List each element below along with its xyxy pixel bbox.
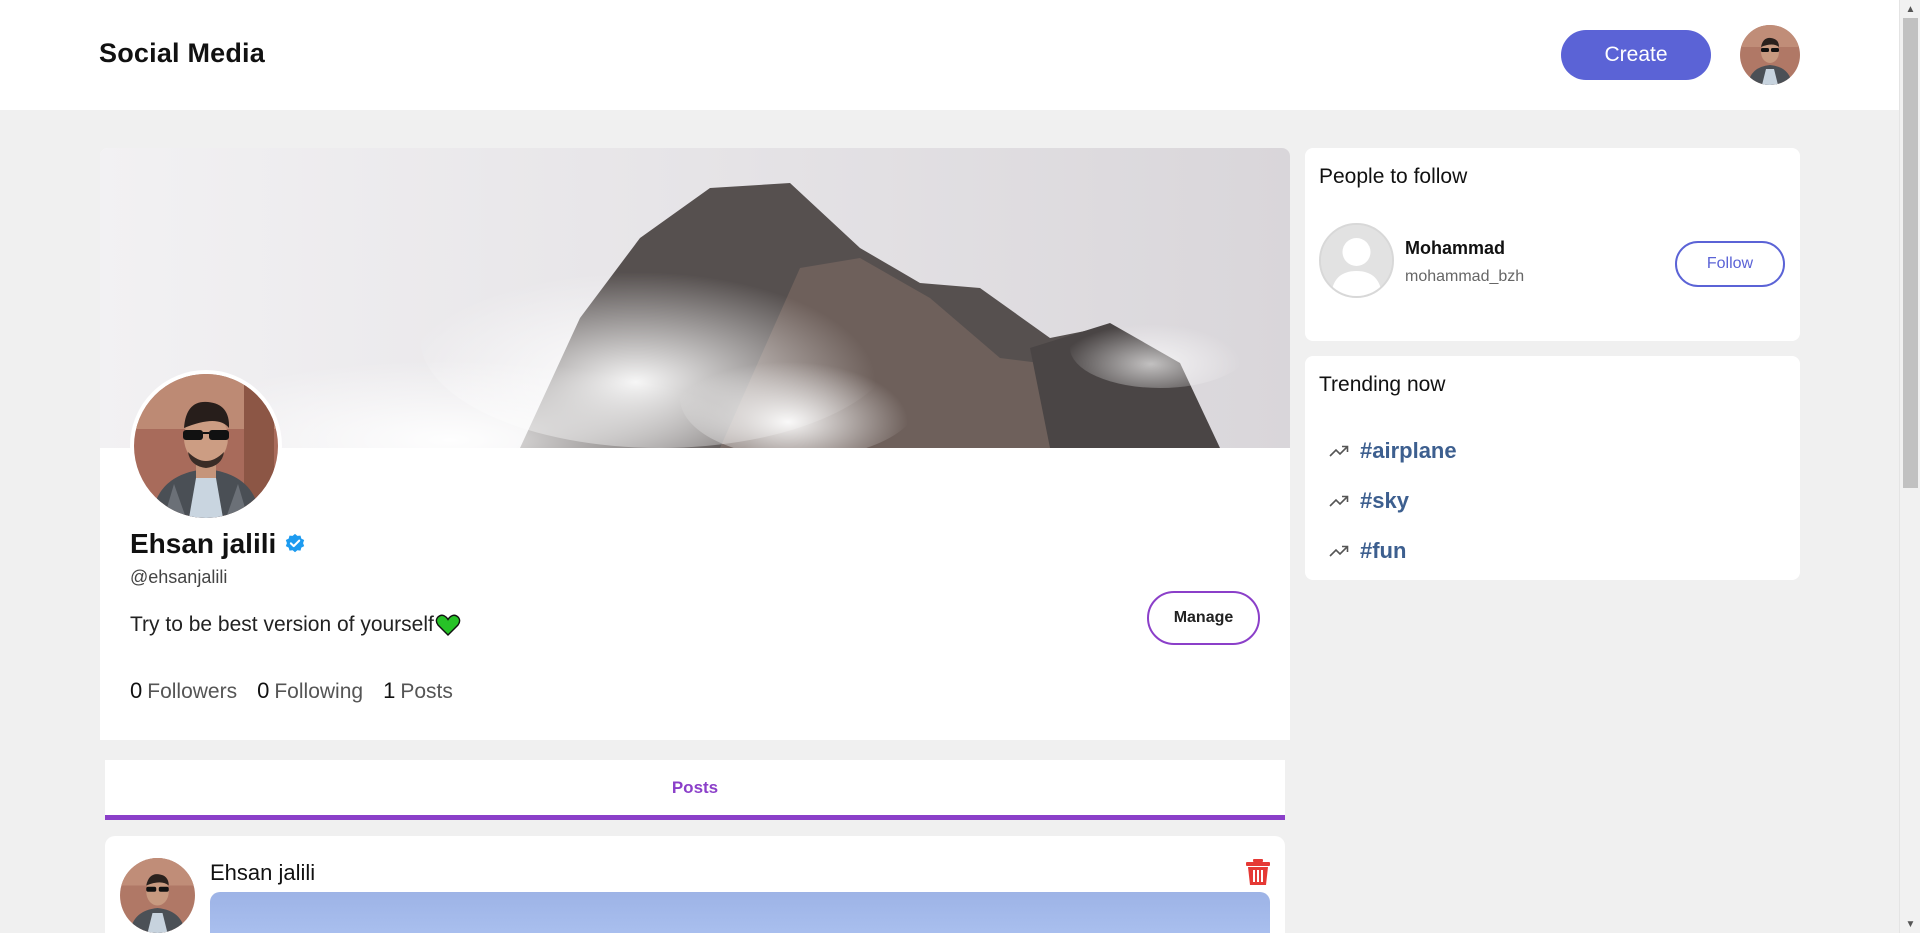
followers-count: 0 xyxy=(130,678,143,703)
mountain-cover-photo xyxy=(100,148,1290,488)
trending-icon xyxy=(1329,545,1349,557)
profile-avatar[interactable] xyxy=(130,370,282,522)
tab-posts[interactable]: Posts xyxy=(672,778,718,798)
trending-card: Trending now #airplane #sky #fun xyxy=(1305,356,1800,580)
following-count: 0 xyxy=(257,678,270,703)
scroll-up-arrow-icon[interactable]: ▲ xyxy=(1900,0,1920,18)
brand-logo[interactable]: Social Media xyxy=(99,38,265,69)
following-stat[interactable]: 0 Following xyxy=(257,678,363,704)
page-scrollbar[interactable]: ▲ ▼ xyxy=(1899,0,1920,933)
post-author-avatar[interactable] xyxy=(120,858,195,933)
cover-image xyxy=(100,148,1290,488)
trending-icon xyxy=(1329,495,1349,507)
suggestion-avatar[interactable] xyxy=(1319,223,1394,298)
post-card: Ehsan jalili xyxy=(105,836,1285,933)
profile-handle: @ehsanjalili xyxy=(130,567,228,587)
follow-button[interactable]: Follow xyxy=(1675,241,1785,287)
trending-item[interactable]: #sky xyxy=(1329,476,1457,526)
post-image[interactable] xyxy=(210,892,1270,933)
default-avatar-icon xyxy=(1321,225,1392,296)
trending-tag[interactable]: #fun xyxy=(1360,538,1406,564)
trending-icon xyxy=(1329,445,1349,457)
profile-name: Ehsan jalili xyxy=(130,528,306,560)
trending-list: #airplane #sky #fun xyxy=(1329,426,1457,576)
profile-bio: Try to be best version of yourself xyxy=(130,613,461,637)
followers-label: Followers xyxy=(147,680,238,703)
profile-stats: 0 Followers 0 Following 1 Posts xyxy=(130,678,453,704)
post-author-name[interactable]: Ehsan jalili xyxy=(210,860,315,886)
suggestion-handle: mohammad_bzh xyxy=(1405,268,1525,285)
profile-bio-text: Try to be best version of yourself xyxy=(130,613,434,636)
followers-stat[interactable]: 0 Followers xyxy=(130,678,237,704)
profile-name-text: Ehsan jalili xyxy=(130,528,277,559)
user-avatar[interactable] xyxy=(1740,25,1800,85)
posts-count: 1 xyxy=(383,678,396,703)
posts-label: Posts xyxy=(400,680,453,703)
posts-stat[interactable]: 1 Posts xyxy=(383,678,453,704)
following-label: Following xyxy=(274,680,364,703)
profile-tabs: Posts xyxy=(105,760,1285,820)
avatar-photo xyxy=(1740,25,1800,85)
manage-button[interactable]: Manage xyxy=(1147,591,1260,645)
profile-card: Ehsan jalili @ehsanjalili Try to be best… xyxy=(100,148,1290,740)
post-avatar-photo xyxy=(120,858,195,933)
top-bar: Social Media Create xyxy=(0,0,1899,110)
suggestion-name[interactable]: Mohammad xyxy=(1405,238,1505,259)
delete-icon[interactable] xyxy=(1245,858,1271,886)
trending-tag[interactable]: #airplane xyxy=(1360,438,1457,464)
verified-icon xyxy=(286,533,305,553)
create-button[interactable]: Create xyxy=(1561,30,1711,80)
profile-photo xyxy=(134,374,278,518)
people-to-follow-title: People to follow xyxy=(1319,165,1468,188)
trending-item[interactable]: #fun xyxy=(1329,526,1457,576)
trending-tag[interactable]: #sky xyxy=(1360,488,1409,514)
scrollbar-thumb[interactable] xyxy=(1903,18,1918,488)
heart-icon xyxy=(435,614,461,636)
scroll-down-arrow-icon[interactable]: ▼ xyxy=(1900,915,1920,933)
trending-title: Trending now xyxy=(1319,373,1446,396)
trending-item[interactable]: #airplane xyxy=(1329,426,1457,476)
people-to-follow-card: People to follow Mohammad mohammad_bzh F… xyxy=(1305,148,1800,341)
